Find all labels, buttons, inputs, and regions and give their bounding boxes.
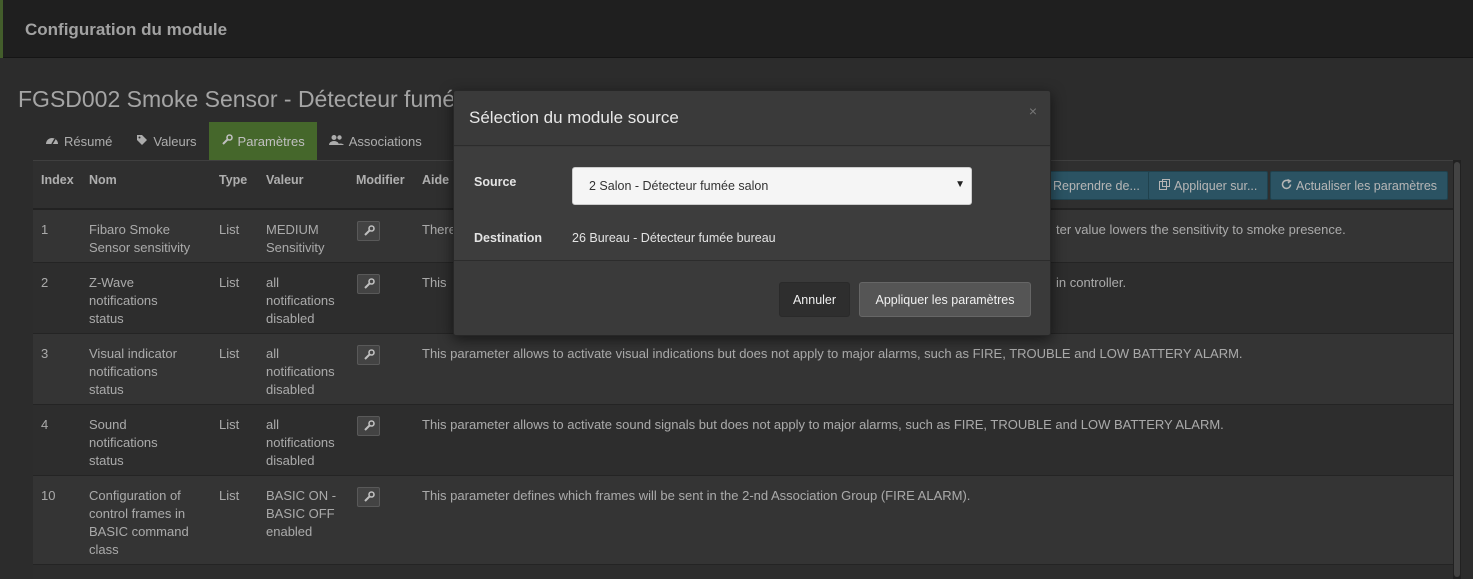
destination-value: 26 Bureau - Détecteur fumée bureau: [572, 231, 776, 245]
dialog-title: Sélection du module source: [469, 108, 679, 127]
dialog-body: Source 2 Salon - Détecteur fumée salon ▼…: [454, 147, 1050, 261]
source-label: Source: [474, 175, 517, 189]
destination-label: Destination: [474, 231, 543, 245]
cancel-button[interactable]: Annuler: [779, 282, 850, 317]
dialog-header: Sélection du module source ×: [454, 91, 1050, 146]
source-selected-value: 2 Salon - Détecteur fumée salon: [589, 179, 769, 193]
source-select[interactable]: 2 Salon - Détecteur fumée salon ▼: [572, 167, 972, 205]
caret-down-icon: ▼: [955, 179, 965, 190]
close-icon[interactable]: ×: [1029, 103, 1037, 119]
source-module-dialog: Sélection du module source × Source 2 Sa…: [453, 90, 1051, 336]
apply-parameters-button[interactable]: Appliquer les paramètres: [859, 282, 1031, 317]
